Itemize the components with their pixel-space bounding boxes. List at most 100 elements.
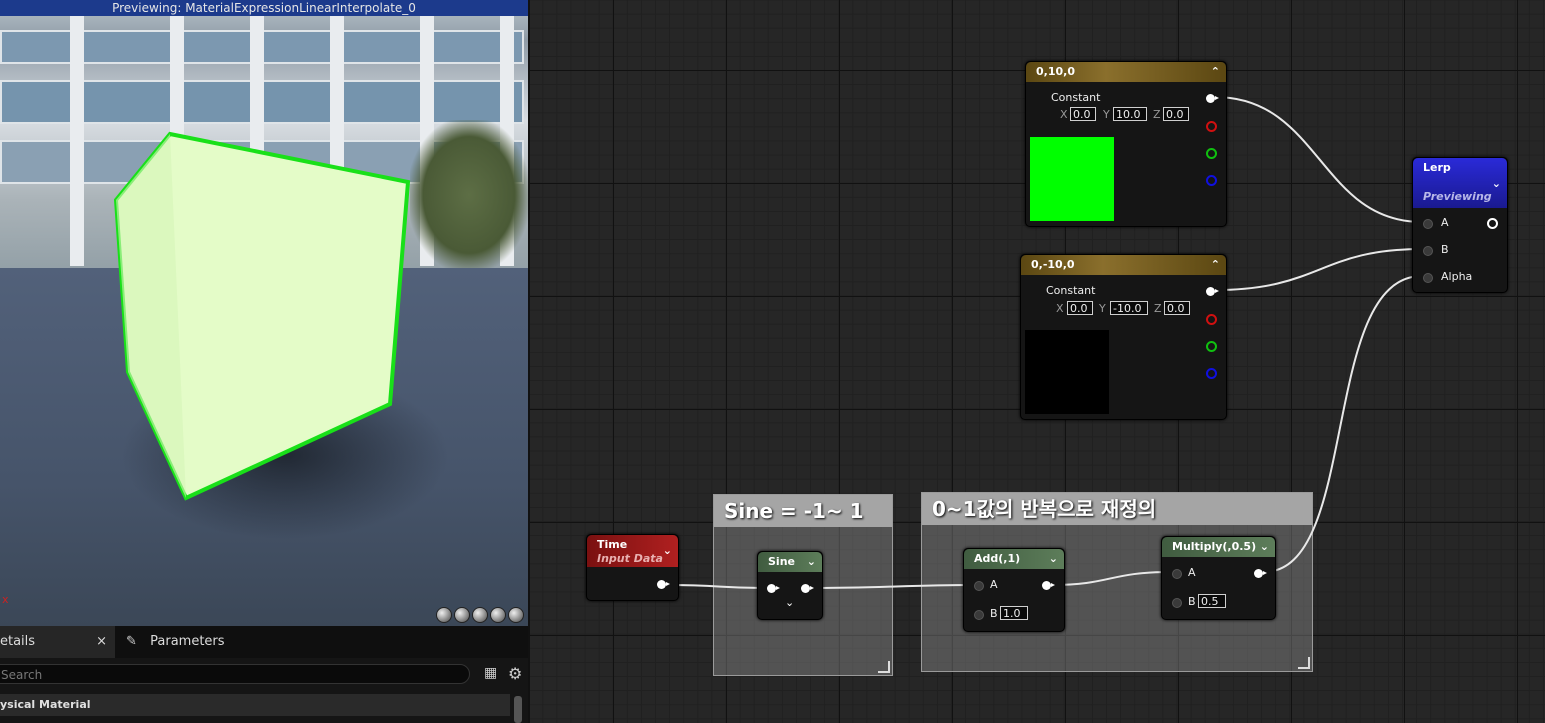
pin-label-b: B xyxy=(1188,595,1196,608)
add-node[interactable]: Add(,1) ⌄ A B 1.0 xyxy=(963,548,1065,632)
chevron-up-icon[interactable]: ⌃ xyxy=(1211,255,1220,275)
node-header: Multiply(,0.5) ⌄ xyxy=(1162,537,1275,557)
details-search-input[interactable]: Search xyxy=(0,664,470,684)
node-title: Add(,1) xyxy=(974,552,1021,565)
expand-chevron-icon[interactable]: ⌄ xyxy=(785,596,794,609)
x-value-field[interactable]: 0.0 xyxy=(1070,107,1096,121)
time-node[interactable]: Time Input Data ⌄ xyxy=(586,534,679,601)
plane-icon[interactable] xyxy=(472,607,488,623)
details-panel: etails × ✎ Parameters Search ▦ ⚙ ysical … xyxy=(0,626,528,723)
pencil-icon: ✎ xyxy=(126,634,137,649)
sine-node[interactable]: Sine ⌄ ⌄ xyxy=(757,551,823,620)
node-title: Sine xyxy=(768,555,795,568)
output-pin-g[interactable] xyxy=(1206,341,1217,352)
input-pin-a[interactable] xyxy=(974,581,984,591)
node-subtitle: Previewing xyxy=(1423,190,1492,203)
tab-parameters-label: Parameters xyxy=(150,634,225,649)
lerp-node[interactable]: Lerp Previewing ⌄ A B Alpha xyxy=(1412,157,1508,293)
x-value-field[interactable]: 0.0 xyxy=(1067,301,1093,315)
output-pin-rgb[interactable] xyxy=(1206,287,1219,296)
preview-cube xyxy=(113,131,411,501)
category-physical-material[interactable]: ysical Material xyxy=(0,694,510,716)
node-title: Time xyxy=(597,538,628,551)
tab-details-label: etails xyxy=(0,634,36,649)
chevron-down-icon[interactable]: ⌄ xyxy=(1260,537,1269,557)
axis-x-indicator: x xyxy=(2,593,9,606)
material-graph-canvas[interactable]: Sine = -1~ 1 0~1값의 반복으로 재정의 0,10,0 ⌃ Con… xyxy=(528,0,1545,723)
output-pin[interactable] xyxy=(1487,218,1498,229)
chevron-up-icon[interactable]: ⌃ xyxy=(1211,62,1220,82)
sphere-icon[interactable] xyxy=(454,607,470,623)
input-pin-b[interactable] xyxy=(1172,598,1182,608)
x-axis-label: X xyxy=(1060,108,1068,121)
node-title: Lerp xyxy=(1423,161,1451,174)
details-tab-bar: etails × ✎ Parameters xyxy=(0,626,528,658)
input-pin-b[interactable] xyxy=(1423,246,1433,256)
output-pin-g[interactable] xyxy=(1206,148,1217,159)
preview-view-mode-buttons xyxy=(436,607,524,623)
constant-node-0-10-0[interactable]: 0,10,0 ⌃ Constant X 0.0 Y 10.0 Z 0.0 xyxy=(1025,61,1227,227)
table-view-icon[interactable]: ▦ xyxy=(484,666,498,680)
b-value-field[interactable]: 0.5 xyxy=(1198,594,1226,608)
z-value-field[interactable]: 0.0 xyxy=(1164,301,1190,315)
close-icon[interactable]: × xyxy=(96,626,107,658)
pin-label-alpha: Alpha xyxy=(1441,270,1473,283)
multiply-node[interactable]: Multiply(,0.5) ⌄ A B 0.5 xyxy=(1161,536,1276,620)
comment-title: Sine = -1~ 1 xyxy=(714,495,892,527)
pin-label-b: B xyxy=(990,607,998,620)
tab-parameters[interactable]: ✎ Parameters xyxy=(126,626,225,658)
input-pin-alpha[interactable] xyxy=(1423,273,1433,283)
color-swatch-preview xyxy=(1030,137,1114,221)
output-pin[interactable] xyxy=(801,584,814,593)
pin-label-a: A xyxy=(1441,216,1449,229)
category-label: ysical Material xyxy=(0,698,91,711)
chevron-down-icon[interactable]: ⌄ xyxy=(1049,549,1058,569)
pin-label-a: A xyxy=(1188,566,1196,579)
output-pin-r[interactable] xyxy=(1206,121,1217,132)
y-value-field[interactable]: 10.0 xyxy=(1113,107,1147,121)
y-axis-label: Y xyxy=(1103,108,1110,121)
color-swatch-preview xyxy=(1025,330,1109,414)
cube-icon[interactable] xyxy=(490,607,506,623)
node-title: 0,-10,0 xyxy=(1031,258,1075,271)
constant-node-0-neg10-0[interactable]: 0,-10,0 ⌃ Constant X 0.0 Y -10.0 Z 0.0 xyxy=(1020,254,1227,420)
b-value-field[interactable]: 1.0 xyxy=(1000,606,1028,620)
node-title: Multiply(,0.5) xyxy=(1172,540,1257,553)
y-value-field[interactable]: -10.0 xyxy=(1110,301,1148,315)
cylinder-icon[interactable] xyxy=(436,607,452,623)
chevron-down-icon[interactable]: ⌄ xyxy=(807,552,816,572)
chevron-down-icon[interactable]: ⌄ xyxy=(663,541,672,561)
node-header: Add(,1) ⌄ xyxy=(964,549,1064,569)
resize-handle-icon[interactable] xyxy=(878,661,890,673)
output-label: Constant xyxy=(1051,91,1101,104)
pin-label-a: A xyxy=(990,578,998,591)
teapot-icon[interactable] xyxy=(508,607,524,623)
input-pin-b[interactable] xyxy=(974,610,984,620)
output-pin[interactable] xyxy=(1254,569,1267,578)
z-value-field[interactable]: 0.0 xyxy=(1163,107,1189,121)
node-subtitle: Input Data xyxy=(597,552,663,565)
output-pin-b[interactable] xyxy=(1206,175,1217,186)
output-label: Constant xyxy=(1046,284,1096,297)
input-pin[interactable] xyxy=(767,584,780,593)
input-pin-a[interactable] xyxy=(1423,219,1433,229)
output-pin-rgb[interactable] xyxy=(1206,94,1219,103)
z-axis-label: Z xyxy=(1154,302,1162,315)
tab-details[interactable]: etails × xyxy=(0,626,115,658)
material-preview-viewport[interactable]: Previewing: MaterialExpressionLinearInte… xyxy=(0,0,528,626)
output-pin[interactable] xyxy=(1042,581,1055,590)
gear-icon[interactable]: ⚙ xyxy=(508,666,524,682)
node-header: 0,-10,0 ⌃ xyxy=(1021,255,1226,275)
preview-title: Previewing: MaterialExpressionLinearInte… xyxy=(0,0,528,16)
output-pin[interactable] xyxy=(657,580,670,589)
x-axis-label: X xyxy=(1056,302,1064,315)
node-header: Time Input Data ⌄ xyxy=(587,535,678,567)
details-scrollbar[interactable] xyxy=(514,696,522,723)
chevron-down-icon[interactable]: ⌄ xyxy=(1492,174,1501,194)
output-pin-b[interactable] xyxy=(1206,368,1217,379)
output-pin-r[interactable] xyxy=(1206,314,1217,325)
resize-handle-icon[interactable] xyxy=(1298,657,1310,669)
input-pin-a[interactable] xyxy=(1172,569,1182,579)
comment-title: 0~1값의 반복으로 재정의 xyxy=(922,493,1312,525)
node-header: Lerp Previewing ⌄ xyxy=(1413,158,1507,208)
